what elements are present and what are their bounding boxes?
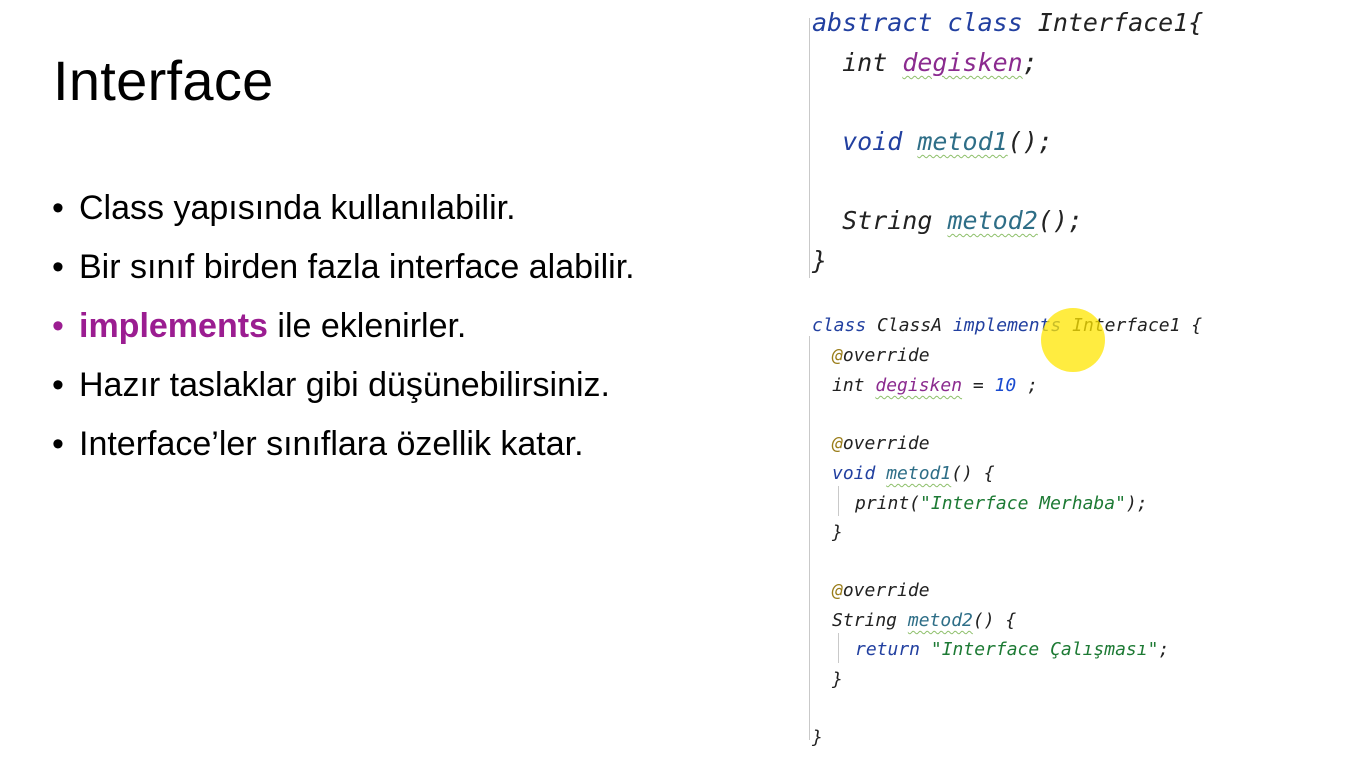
cursor-highlight-icon <box>1041 308 1105 372</box>
annotation-symbol: @ <box>832 580 843 601</box>
punct: () { <box>972 610 1017 631</box>
code-line: class ClassA implements Interface1 { <box>812 315 1202 336</box>
code-line: } <box>832 522 843 543</box>
code-line: @override <box>832 433 930 454</box>
punct: ); <box>1125 493 1148 514</box>
annotation-symbol: @ <box>832 433 843 454</box>
bullet-item: Class yapısında kullanılabilir. <box>52 186 635 245</box>
bullet-item: Interface’ler sınıflara özellik katar. <box>52 422 635 481</box>
code-line: @override <box>832 580 930 601</box>
punct: (); <box>1037 206 1083 235</box>
field-name: degisken <box>875 375 963 396</box>
number-literal: 10 <box>994 375 1017 396</box>
code-line: return "Interface Çalışması"; <box>855 639 1169 660</box>
keyword: abstract class <box>812 8 1023 37</box>
annotation-symbol: @ <box>832 345 843 366</box>
brace: } <box>812 246 828 275</box>
bullet-text: Class yapısında kullanılabilir. <box>79 189 516 227</box>
code-line: String metod2(); <box>812 206 1083 235</box>
function-call: print( <box>855 493 921 514</box>
code-line: abstract class Interface1{ <box>812 8 1203 37</box>
code-line: } <box>832 669 843 690</box>
method-name: metod1 <box>917 127 1008 156</box>
punct: ; <box>1158 639 1170 660</box>
keyword: return <box>855 639 931 660</box>
type-keyword: void <box>812 127 918 156</box>
type-keyword: int <box>832 375 876 396</box>
type-keyword: void <box>832 463 887 484</box>
bullet-text: ile eklenirler. <box>267 307 467 345</box>
string-literal: "Interface Çalışması" <box>930 639 1159 660</box>
punct: ; <box>1022 48 1038 77</box>
method-name: metod1 <box>886 463 952 484</box>
annotation: override <box>842 433 930 454</box>
method-name: metod2 <box>907 610 973 631</box>
bullet-list: Class yapısında kullanılabilir. Bir sını… <box>52 186 635 481</box>
code-line: print("Interface Merhaba"); <box>855 493 1148 514</box>
string-literal: "Interface Merhaba" <box>920 493 1126 514</box>
bullet-item: Bir sınıf birden fazla interface alabili… <box>52 245 635 304</box>
bullet-text: Interface’ler sınıflara özellik katar. <box>79 425 584 463</box>
code-line: String metod2() { <box>832 610 1016 631</box>
bullet-item-highlight: implements ile eklenirler. <box>52 304 635 363</box>
type-keyword: int <box>812 48 903 77</box>
slide-title: Interface <box>53 49 274 112</box>
bullet-item: Hazır taslaklar gibi düşünebilirsiniz. <box>52 363 635 422</box>
highlight-keyword: implements <box>79 307 268 345</box>
method-name: metod2 <box>947 206 1038 235</box>
annotation: override <box>842 580 930 601</box>
code-line: void metod1() { <box>832 463 995 484</box>
gutter-line <box>809 18 810 278</box>
gutter-line <box>809 336 810 740</box>
code-line: @override <box>832 345 930 366</box>
punct: () { <box>951 463 995 484</box>
class-name: Interface1{ <box>1022 8 1204 37</box>
keyword: class <box>812 315 867 336</box>
code-line: } <box>812 246 827 275</box>
code-line: void metod1(); <box>812 127 1053 156</box>
field-name: degisken <box>902 48 1023 77</box>
annotation: override <box>842 345 930 366</box>
block-guide-line <box>838 633 839 663</box>
bullet-text: Bir sınıf birden fazla interface alabili… <box>79 248 635 286</box>
punct: ; <box>1016 375 1038 396</box>
type-keyword: String <box>832 610 908 631</box>
brace: } <box>832 669 843 690</box>
code-line: int degisken; <box>812 48 1038 77</box>
punct: = <box>962 375 995 396</box>
code-line: int degisken = 10 ; <box>832 375 1038 396</box>
brace: } <box>812 727 823 748</box>
brace: } <box>832 522 843 543</box>
punct: (); <box>1007 127 1053 156</box>
code-line: } <box>812 727 823 748</box>
block-guide-line <box>838 486 839 516</box>
class-name: ClassA <box>866 315 953 336</box>
bullet-text: Hazır taslaklar gibi düşünebilirsiniz. <box>79 366 611 404</box>
type-keyword: String <box>812 206 948 235</box>
